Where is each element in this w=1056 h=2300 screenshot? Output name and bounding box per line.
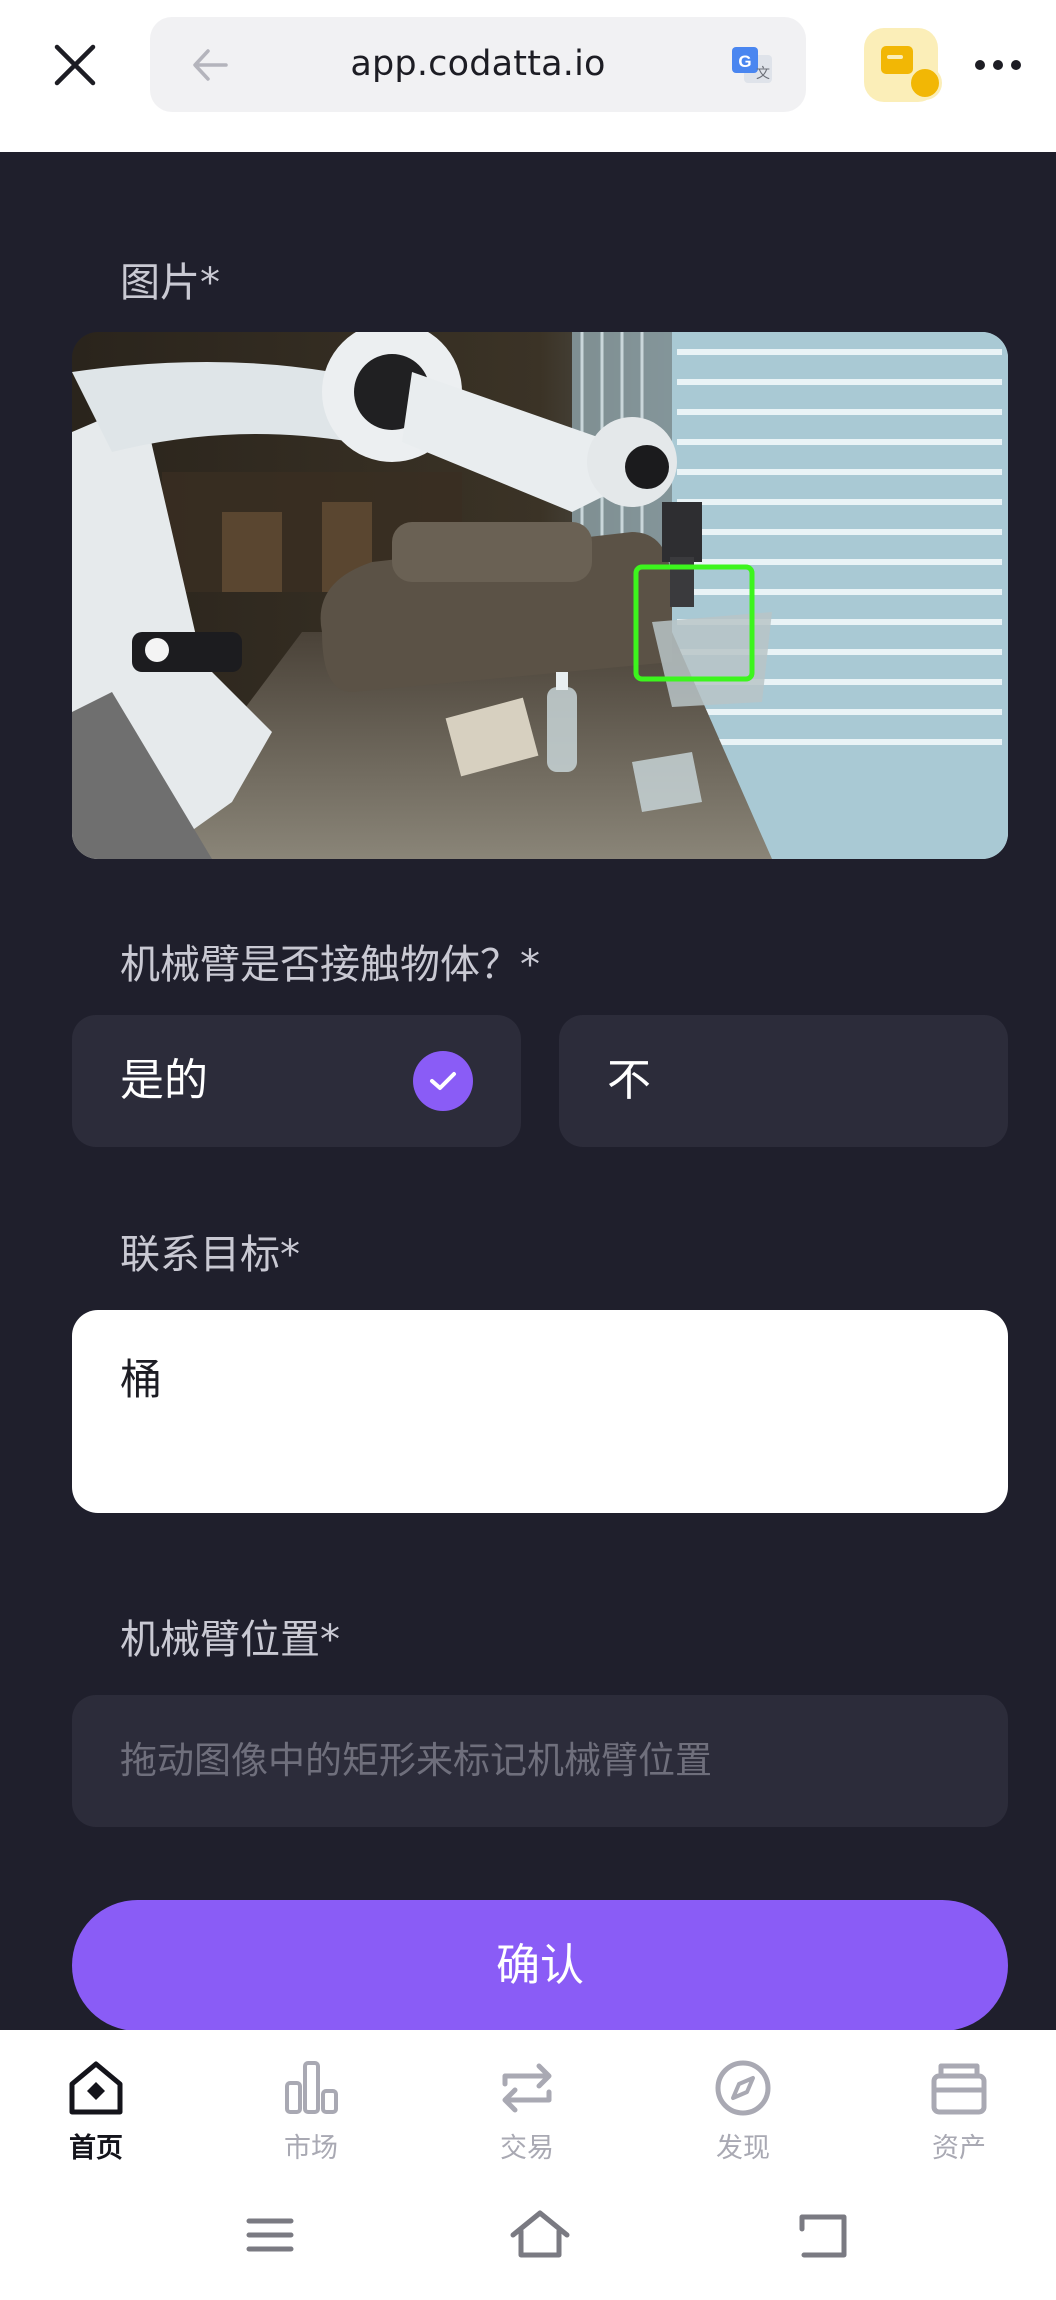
wallet-extension-button[interactable] [864, 28, 942, 102]
position-placeholder: 拖动图像中的矩形来标记机械臂位置 [120, 1739, 712, 1782]
assets-icon [931, 2063, 987, 2115]
url-text: app.codatta.io [350, 44, 606, 84]
option-yes-label: 是的 [120, 1055, 208, 1106]
wallet-icon [881, 46, 913, 74]
nav-label-trade: 交易 [500, 2133, 554, 2164]
discover-icon [715, 2060, 771, 2116]
checkmark-icon [413, 1051, 473, 1111]
chain-coin-icon [908, 66, 942, 100]
nav-label-home: 首页 [69, 2133, 123, 2164]
svg-text:G: G [738, 52, 751, 71]
confirm-button[interactable]: 确认 [72, 1900, 1008, 2031]
svg-text:文: 文 [756, 65, 770, 81]
arm-position-field[interactable]: 拖动图像中的矩形来标记机械臂位置 [72, 1695, 1008, 1827]
photo-scene [72, 332, 1008, 859]
market-icon [285, 2061, 338, 2114]
option-yes[interactable]: 是的 [72, 1015, 521, 1147]
browser-bar: app.codatta.io G 文 [0, 0, 1056, 152]
option-no-label: 不 [607, 1055, 651, 1106]
address-bar[interactable]: app.codatta.io G 文 [150, 17, 806, 112]
target-label: 联系目标* [120, 1232, 300, 1278]
option-no[interactable]: 不 [559, 1015, 1008, 1147]
nav-item-home[interactable]: 首页 [26, 2058, 166, 2178]
nav-item-discover[interactable]: 发现 [673, 2058, 813, 2178]
more-options-icon[interactable] [970, 42, 1026, 88]
contact-target-input[interactable]: 桶 [72, 1310, 1008, 1513]
system-home-icon[interactable] [505, 2205, 575, 2265]
nav-item-market[interactable]: 市场 [241, 2058, 381, 2178]
close-icon [54, 44, 96, 86]
nav-item-trade[interactable]: 交易 [457, 2058, 597, 2178]
nav-item-assets[interactable]: 资产 [889, 2058, 1029, 2178]
robot-arm-photo[interactable] [72, 332, 1008, 859]
recent-apps-icon[interactable] [235, 2205, 305, 2265]
close-button[interactable] [40, 30, 110, 100]
nav-label-discover: 发现 [716, 2133, 770, 2164]
home-icon [69, 2061, 123, 2115]
contact-question-label: 机械臂是否接触物体？* [120, 942, 540, 988]
nav-label-assets: 资产 [932, 2133, 986, 2164]
translate-icon[interactable]: G 文 [730, 45, 774, 85]
trade-icon [502, 2063, 552, 2113]
position-label: 机械臂位置* [120, 1617, 340, 1663]
nav-label-market: 市场 [284, 2133, 338, 2164]
system-back-icon[interactable] [790, 2205, 860, 2265]
image-label: 图片* [120, 260, 220, 306]
